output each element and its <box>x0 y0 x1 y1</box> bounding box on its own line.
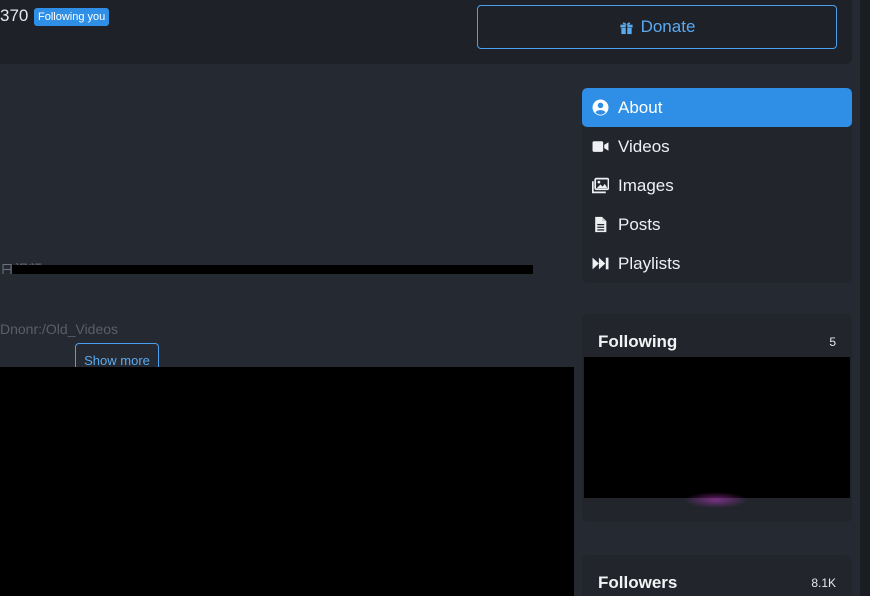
profile-header: 370 Following you Donate <box>0 0 852 64</box>
tab-playlists-label: Playlists <box>618 253 681 273</box>
tab-about[interactable]: About <box>582 88 852 127</box>
fast-forward-icon <box>592 257 608 270</box>
following-list[interactable] <box>584 357 850 498</box>
tab-playlists[interactable]: Playlists <box>582 244 852 283</box>
channel-link[interactable]: Dnonr:/Old_Videos <box>0 321 118 337</box>
tab-videos[interactable]: Videos <box>582 127 852 166</box>
following-card: Following 5 <box>582 314 852 522</box>
tab-posts-label: Posts <box>618 214 661 234</box>
tab-images[interactable]: Images <box>582 166 852 205</box>
view-count: 370 <box>0 6 29 25</box>
followers-card: Followers 8.1K <box>582 555 852 596</box>
followers-count: 8.1K <box>811 576 836 590</box>
tab-images-label: Images <box>618 175 674 195</box>
avatar-glow <box>684 492 748 508</box>
donate-label: Donate <box>640 17 696 36</box>
images-icon <box>591 177 609 194</box>
gift-icon <box>619 22 633 34</box>
about-section: 日视频 If you don't have an account yet, re… <box>0 64 575 377</box>
redaction-bar <box>12 265 533 274</box>
following-title: Following <box>598 332 678 351</box>
video-player[interactable] <box>0 367 574 596</box>
scrollbar[interactable] <box>860 0 870 596</box>
user-circle-icon <box>592 99 608 116</box>
file-icon <box>594 216 606 233</box>
tab-posts[interactable]: Posts <box>582 205 852 244</box>
tab-about-label: About <box>618 97 663 117</box>
following-count: 5 <box>829 335 836 349</box>
donate-button[interactable]: Donate <box>477 5 837 49</box>
video-camera-icon <box>592 141 608 152</box>
profile-nav: About Videos Images Posts Playlists <box>582 88 852 283</box>
followers-title: Followers <box>598 573 678 592</box>
profile-page: 370 Following you Donate 日视频 If you don'… <box>0 0 870 596</box>
following-you-badge: Following you <box>34 8 110 26</box>
tab-videos-label: Videos <box>618 136 670 156</box>
